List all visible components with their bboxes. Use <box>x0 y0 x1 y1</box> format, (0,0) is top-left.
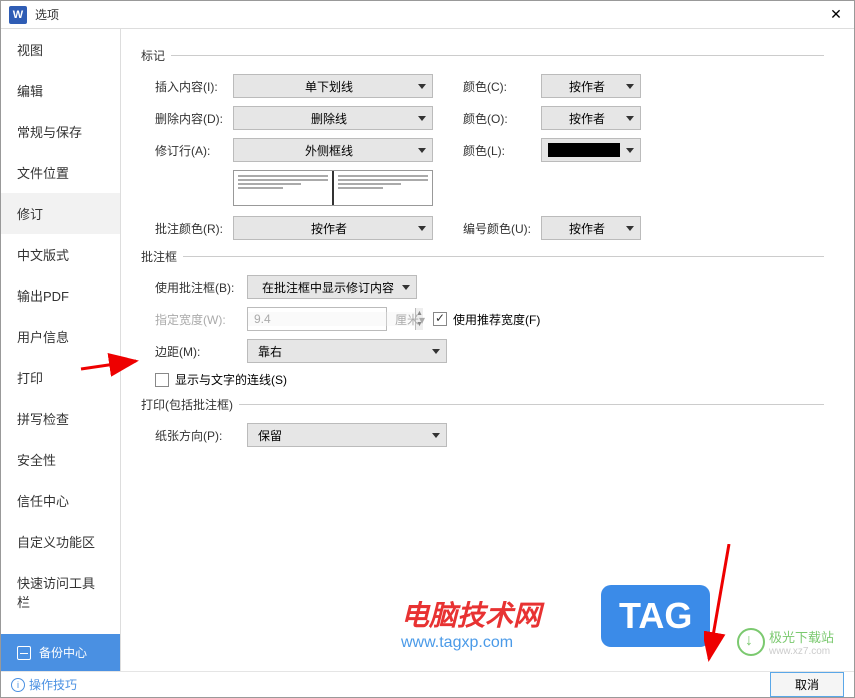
delete-dropdown[interactable]: 删除线 <box>233 106 433 130</box>
tips-link[interactable]: i 操作技巧 <box>11 676 77 693</box>
sidebar-item-general-save[interactable]: 常规与保存 <box>1 111 120 152</box>
margin-label: 边距(M): <box>155 343 247 360</box>
close-button[interactable]: ✕ <box>826 5 846 25</box>
chevron-down-icon <box>418 148 426 153</box>
rec-width-checkbox[interactable] <box>433 312 447 326</box>
number-color-label: 编号颜色(U): <box>463 220 541 237</box>
sidebar-item-edit[interactable]: 编辑 <box>1 70 120 111</box>
chevron-down-icon <box>402 285 410 290</box>
chevron-down-icon <box>418 116 426 121</box>
section-mark: 标记 <box>141 47 834 64</box>
backup-center-button[interactable]: 备份中心 <box>1 634 120 671</box>
show-line-label: 显示与文字的连线(S) <box>175 371 287 388</box>
app-icon: W <box>9 6 27 24</box>
sidebar-item-trust-center[interactable]: 信任中心 <box>1 480 120 521</box>
width-label: 指定宽度(W): <box>155 311 247 328</box>
revise-dropdown[interactable]: 外侧框线 <box>233 138 433 162</box>
rec-width-label: 使用推荐宽度(F) <box>453 311 540 328</box>
comment-color-dropdown[interactable]: 按作者 <box>233 216 433 240</box>
cancel-button[interactable]: 取消 <box>770 672 844 697</box>
sidebar-item-chinese-layout[interactable]: 中文版式 <box>1 234 120 275</box>
color-l-label: 颜色(L): <box>463 142 541 159</box>
chevron-down-icon <box>432 433 440 438</box>
chevron-down-icon <box>626 148 634 153</box>
chevron-down-icon <box>432 349 440 354</box>
backup-icon <box>17 646 31 660</box>
show-line-checkbox[interactable] <box>155 373 169 387</box>
color-c-label: 颜色(C): <box>463 78 541 95</box>
width-spinner[interactable]: ▲▼ <box>247 307 387 331</box>
section-comment-box: 批注框 <box>141 248 834 265</box>
sidebar-item-spellcheck[interactable]: 拼写检查 <box>1 398 120 439</box>
title-bar: W 选项 ✕ <box>1 1 854 29</box>
orient-label: 纸张方向(P): <box>155 427 247 444</box>
use-box-label: 使用批注框(B): <box>155 279 247 296</box>
footer: i 操作技巧 取消 <box>1 671 854 697</box>
sidebar-item-quick-access[interactable]: 快速访问工具栏 <box>1 562 120 622</box>
chevron-down-icon <box>418 226 426 231</box>
sidebar-item-security[interactable]: 安全性 <box>1 439 120 480</box>
chevron-down-icon <box>418 84 426 89</box>
color-l-dropdown[interactable] <box>541 138 641 162</box>
chevron-down-icon <box>626 84 634 89</box>
window-title: 选项 <box>35 6 59 23</box>
color-o-label: 颜色(O): <box>463 110 541 127</box>
sidebar-item-revision[interactable]: 修订 <box>1 193 120 234</box>
revise-label: 修订行(A): <box>155 142 233 159</box>
number-color-dropdown[interactable]: 按作者 <box>541 216 641 240</box>
section-print: 打印(包括批注框) <box>141 396 834 413</box>
comment-color-label: 批注颜色(R): <box>155 220 233 237</box>
width-unit: 厘米▾ <box>395 311 425 328</box>
chevron-down-icon <box>626 226 634 231</box>
sidebar-item-output-pdf[interactable]: 输出PDF <box>1 275 120 316</box>
sidebar-item-user-info[interactable]: 用户信息 <box>1 316 120 357</box>
revision-preview <box>233 170 433 206</box>
width-input[interactable] <box>248 312 415 326</box>
info-icon: i <box>11 678 25 692</box>
chevron-down-icon <box>626 116 634 121</box>
content-panel: 标记 插入内容(I): 单下划线 颜色(C): 按作者 删除内容(D): 删除线… <box>121 29 854 671</box>
use-box-dropdown[interactable]: 在批注框中显示修订内容 <box>247 275 417 299</box>
sidebar-item-view[interactable]: 视图 <box>1 29 120 70</box>
margin-dropdown[interactable]: 靠右 <box>247 339 447 363</box>
delete-label: 删除内容(D): <box>155 110 233 127</box>
sidebar-item-file-location[interactable]: 文件位置 <box>1 152 120 193</box>
backup-label: 备份中心 <box>39 644 87 661</box>
color-c-dropdown[interactable]: 按作者 <box>541 74 641 98</box>
color-o-dropdown[interactable]: 按作者 <box>541 106 641 130</box>
orient-dropdown[interactable]: 保留 <box>247 423 447 447</box>
insert-label: 插入内容(I): <box>155 78 233 95</box>
sidebar: 视图 编辑 常规与保存 文件位置 修订 中文版式 输出PDF 用户信息 打印 拼… <box>1 29 121 671</box>
insert-dropdown[interactable]: 单下划线 <box>233 74 433 98</box>
sidebar-item-customize-ribbon[interactable]: 自定义功能区 <box>1 521 120 562</box>
sidebar-item-print[interactable]: 打印 <box>1 357 120 398</box>
